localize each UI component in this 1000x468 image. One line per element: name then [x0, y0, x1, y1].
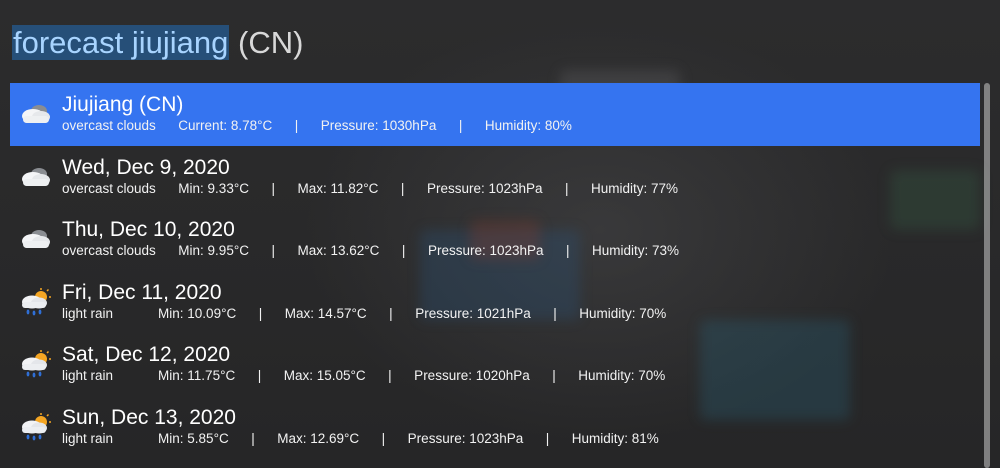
overcast-clouds-icon: [19, 224, 53, 254]
result-item[interactable]: Jiujiang (CN) overcast clouds Current: 8.…: [10, 83, 980, 146]
scrollbar[interactable]: [984, 83, 990, 468]
result-item[interactable]: Sat, Dec 12, 2020 light rain Min: 11.75°C…: [10, 333, 980, 396]
search-query-selected[interactable]: forecast jiujiang: [12, 25, 230, 60]
search-bar[interactable]: forecast jiujiang (CN): [12, 22, 303, 64]
result-item[interactable]: Wed, Dec 9, 2020 overcast clouds Min: 9.3…: [10, 146, 980, 209]
result-title: Sun, Dec 13, 2020: [62, 405, 236, 429]
result-details: overcast clouds Current: 8.78°C | Pressu…: [62, 118, 572, 133]
overcast-clouds-icon: [19, 99, 53, 129]
result-details: overcast clouds Min: 9.95°C | Max: 13.62…: [62, 243, 680, 258]
result-details: light rain Min: 11.75°C | Max: 15.05°C |…: [62, 368, 666, 383]
overcast-clouds-icon: [19, 162, 53, 192]
result-details: light rain Min: 10.09°C | Max: 14.57°C |…: [62, 305, 667, 321]
search-query-rest[interactable]: (CN): [229, 25, 303, 60]
light-rain-icon: [19, 349, 53, 379]
result-title: Wed, Dec 9, 2020: [62, 155, 230, 179]
result-item[interactable]: Sun, Dec 13, 2020 light rain Min: 5.85°C …: [10, 396, 980, 459]
result-title: Jiujiang (CN): [62, 93, 184, 116]
result-details: overcast clouds Min: 9.33°C | Max: 11.82…: [62, 180, 679, 196]
light-rain-icon: [19, 287, 53, 317]
result-title: Sat, Dec 12, 2020: [62, 343, 231, 366]
result-list: Jiujiang (CN) overcast clouds Current: 8.…: [10, 83, 980, 458]
result-item[interactable]: Fri, Dec 11, 2020 light rain Min: 10.09°C…: [10, 271, 980, 334]
result-details: light rain Min: 5.85°C | Max: 12.69°C | …: [62, 430, 659, 446]
light-rain-icon: [19, 412, 53, 442]
result-title: Thu, Dec 10, 2020: [62, 218, 235, 241]
result-item[interactable]: Thu, Dec 10, 2020 overcast clouds Min: 9.…: [10, 208, 980, 271]
scrollbar-thumb[interactable]: [984, 83, 990, 468]
result-title: Fri, Dec 11, 2020: [62, 280, 222, 304]
